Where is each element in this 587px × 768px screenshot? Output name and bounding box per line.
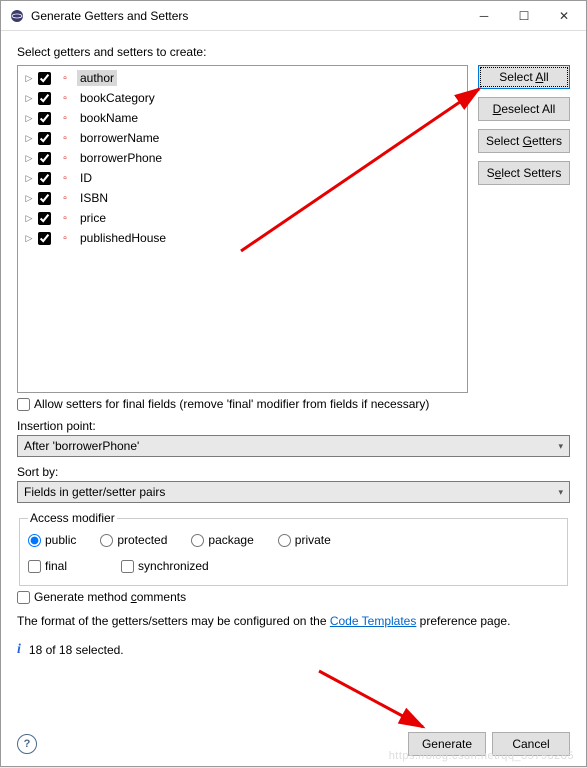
tree-item[interactable]: ▷ publishedHouse	[18, 228, 467, 248]
allow-final-label: Allow setters for final fields (remove '…	[34, 397, 429, 411]
maximize-button[interactable]: ☐	[504, 2, 544, 30]
field-checkbox[interactable]	[38, 172, 51, 185]
select-getters-button[interactable]: Select Getters	[478, 129, 570, 153]
field-label: bookName	[77, 110, 141, 126]
field-label: publishedHouse	[77, 230, 169, 246]
field-checkbox[interactable]	[38, 112, 51, 125]
code-templates-link[interactable]: Code Templates	[330, 614, 417, 628]
fields-tree[interactable]: ▷ author ▷ bookCategory ▷ bookName ▷ bor…	[17, 65, 468, 393]
field-icon	[57, 90, 73, 106]
chevron-down-icon: ▾	[558, 441, 563, 452]
field-checkbox[interactable]	[38, 212, 51, 225]
synchronized-checkbox[interactable]: synchronized	[121, 559, 209, 573]
field-checkbox[interactable]	[38, 232, 51, 245]
allow-final-checkbox[interactable]	[17, 398, 30, 411]
field-icon	[57, 190, 73, 206]
field-checkbox[interactable]	[38, 132, 51, 145]
chevron-down-icon: ▾	[558, 487, 563, 498]
instruction-label: Select getters and setters to create:	[17, 45, 570, 59]
select-setters-button[interactable]: Select Setters	[478, 161, 570, 185]
field-icon	[57, 150, 73, 166]
private-radio[interactable]: private	[278, 533, 331, 547]
window-controls: ─ ☐ ✕	[464, 2, 584, 30]
expand-icon[interactable]: ▷	[22, 171, 36, 185]
expand-icon[interactable]: ▷	[22, 111, 36, 125]
field-icon	[57, 210, 73, 226]
access-modifier-legend: Access modifier	[28, 511, 117, 525]
eclipse-icon	[9, 8, 25, 24]
sort-by-label: Sort by:	[17, 465, 570, 479]
field-label: price	[77, 210, 109, 226]
field-label: borrowerPhone	[77, 150, 165, 166]
expand-icon[interactable]: ▷	[22, 131, 36, 145]
generate-comments-label: Generate method comments	[34, 590, 186, 604]
select-all-button[interactable]: Select All	[478, 65, 570, 89]
expand-icon[interactable]: ▷	[22, 211, 36, 225]
protected-radio[interactable]: protected	[100, 533, 167, 547]
expand-icon[interactable]: ▷	[22, 191, 36, 205]
field-icon	[57, 70, 73, 86]
expand-icon[interactable]: ▷	[22, 231, 36, 245]
package-radio[interactable]: package	[191, 533, 253, 547]
titlebar: Generate Getters and Setters ─ ☐ ✕	[1, 1, 586, 31]
help-button[interactable]: ?	[17, 734, 37, 754]
field-checkbox[interactable]	[38, 192, 51, 205]
expand-icon[interactable]: ▷	[22, 71, 36, 85]
sort-by-value: Fields in getter/setter pairs	[24, 485, 165, 499]
field-label: ID	[77, 170, 95, 186]
field-checkbox[interactable]	[38, 92, 51, 105]
expand-icon[interactable]: ▷	[22, 151, 36, 165]
tree-item[interactable]: ▷ bookCategory	[18, 88, 467, 108]
insertion-point-label: Insertion point:	[17, 419, 570, 433]
cancel-button[interactable]: Cancel	[492, 732, 570, 756]
field-checkbox[interactable]	[38, 152, 51, 165]
tree-item[interactable]: ▷ ID	[18, 168, 467, 188]
tree-item[interactable]: ▷ price	[18, 208, 467, 228]
field-icon	[57, 230, 73, 246]
tree-item[interactable]: ▷ author	[18, 68, 467, 88]
tree-item[interactable]: ▷ ISBN	[18, 188, 467, 208]
sort-by-select[interactable]: Fields in getter/setter pairs ▾	[17, 481, 570, 503]
expand-icon[interactable]: ▷	[22, 91, 36, 105]
field-icon	[57, 170, 73, 186]
access-modifier-group: Access modifier public protected package…	[19, 511, 568, 586]
generate-comments-checkbox[interactable]	[17, 591, 30, 604]
field-label: borrowerName	[77, 130, 162, 146]
info-icon: i	[17, 642, 21, 658]
field-label: bookCategory	[77, 90, 158, 106]
insertion-point-select[interactable]: After 'borrowerPhone' ▾	[17, 435, 570, 457]
dialog-window: Generate Getters and Setters ─ ☐ ✕ Selec…	[0, 0, 587, 767]
field-icon	[57, 110, 73, 126]
deselect-all-button[interactable]: Deselect All	[478, 97, 570, 121]
window-title: Generate Getters and Setters	[31, 9, 464, 23]
format-note: The format of the getters/setters may be…	[17, 614, 570, 628]
field-checkbox[interactable]	[38, 72, 51, 85]
generate-button[interactable]: Generate	[408, 732, 486, 756]
field-label: ISBN	[77, 190, 111, 206]
field-label: author	[77, 70, 117, 86]
close-button[interactable]: ✕	[544, 2, 584, 30]
minimize-button[interactable]: ─	[464, 2, 504, 30]
tree-item[interactable]: ▷ borrowerName	[18, 128, 467, 148]
final-checkbox[interactable]: final	[28, 559, 67, 573]
insertion-point-value: After 'borrowerPhone'	[24, 439, 139, 453]
status-text: 18 of 18 selected.	[29, 643, 124, 657]
field-icon	[57, 130, 73, 146]
tree-item[interactable]: ▷ bookName	[18, 108, 467, 128]
public-radio[interactable]: public	[28, 533, 76, 547]
tree-item[interactable]: ▷ borrowerPhone	[18, 148, 467, 168]
